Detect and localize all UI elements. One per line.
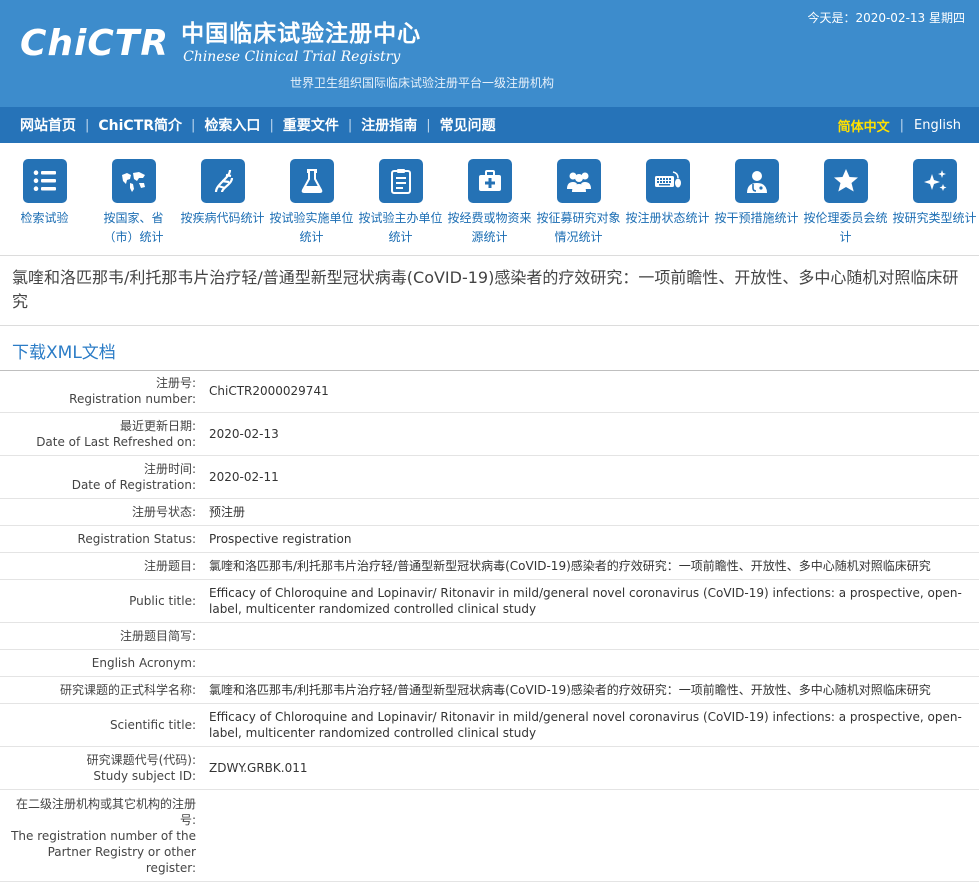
- row-label: 最近更新日期: Date of Last Refreshed on:: [36, 419, 196, 449]
- nav-documents[interactable]: 重要文件: [283, 115, 339, 135]
- table-row: Scientific title: Efficacy of Chloroquin…: [0, 704, 979, 747]
- nav-home[interactable]: 网站首页: [20, 115, 76, 135]
- tile-by-recruitment[interactable]: 按征募研究对象情况统计: [534, 159, 623, 247]
- tile-by-funding[interactable]: 按经费或物资来源统计: [445, 159, 534, 247]
- tile-label: 按疾病代码统计: [180, 211, 265, 225]
- row-label: 注册号状态:: [131, 505, 196, 519]
- nav-faq[interactable]: 常见问题: [440, 115, 496, 135]
- flask-icon: [289, 159, 334, 203]
- site-header: 今天是：2020-02-13 星期四 ChiCTR 中国临床试验注册中心 Chi…: [0, 0, 979, 107]
- tile-label: 按试验主办单位统计: [358, 211, 443, 244]
- nav-separator: |: [347, 117, 353, 133]
- row-value: ZDWY.GRBK.011: [209, 761, 308, 775]
- star-icon: [823, 159, 868, 203]
- tile-search-trials[interactable]: 检索试验: [0, 159, 89, 228]
- row-label: Public title:: [129, 594, 196, 608]
- tile-by-ethics[interactable]: 按伦理委员会统计: [801, 159, 890, 247]
- clipboard-icon: [378, 159, 423, 203]
- tile-by-country[interactable]: 按国家、省（市）统计: [89, 159, 178, 247]
- site-logo[interactable]: ChiCTR 中国临床试验注册中心 Chinese Clinical Trial…: [20, 20, 421, 66]
- row-label: 注册时间: Date of Registration:: [71, 462, 196, 492]
- nav-search[interactable]: 检索入口: [204, 115, 260, 135]
- table-row: 注册号状态: 预注册: [0, 499, 979, 526]
- table-row: 注册时间: Date of Registration: 2020-02-11: [0, 456, 979, 499]
- table-row: 研究课题代号(代码): Study subject ID: ZDWY.GRBK.0…: [0, 747, 979, 790]
- lang-english[interactable]: English: [914, 118, 961, 133]
- site-subtitle: 世界卫生组织国际临床试验注册平台一级注册机构: [290, 76, 555, 90]
- row-value: 2020-02-13: [209, 427, 279, 441]
- row-label: Scientific title:: [109, 718, 196, 732]
- row-label: 研究课题的正式科学名称:: [59, 683, 196, 697]
- table-row: 研究课题的正式科学名称: 氯喹和洛匹那韦/利托那韦片治疗轻/普通型新型冠状病毒(…: [0, 677, 979, 704]
- tile-label: 按研究类型统计: [892, 211, 977, 225]
- row-label: English Acronym:: [91, 656, 196, 670]
- row-value: 氯喹和洛匹那韦/利托那韦片治疗轻/普通型新型冠状病毒(CoVID-19)感染者的…: [209, 559, 931, 573]
- logo-mark: ChiCTR: [20, 23, 170, 64]
- row-value: ChiCTR2000029741: [209, 384, 329, 398]
- tile-by-implementing-unit[interactable]: 按试验实施单位统计: [267, 159, 356, 247]
- nav-separator: |: [269, 117, 274, 133]
- tile-label: 检索试验: [20, 211, 69, 225]
- tile-by-disease[interactable]: 按疾病代码统计: [178, 159, 267, 228]
- row-label: 在二级注册机构或其它机构的注册号: The registration number…: [11, 796, 196, 875]
- nav-separator: |: [426, 117, 431, 133]
- row-value: Efficacy of Chloroquine and Lopinavir/ R…: [209, 586, 962, 616]
- table-row: 最近更新日期: Date of Last Refreshed on: 2020-0…: [0, 413, 979, 456]
- lang-separator: |: [899, 117, 905, 133]
- table-row: 注册题目: 氯喹和洛匹那韦/利托那韦片治疗轻/普通型新型冠状病毒(CoVID-1…: [0, 553, 979, 580]
- tile-label: 按注册状态统计: [625, 211, 710, 225]
- trial-detail-table: 注册号: Registration number: ChiCTR200002974…: [0, 370, 979, 882]
- row-label: 注册号: Registration number:: [69, 376, 196, 406]
- stats-icon-bar: 检索试验 按国家、省（市）统计 按疾病代码统计 按试验实施单位统计 按试验主办单…: [0, 143, 979, 256]
- row-label: 注册题目简写:: [119, 629, 196, 643]
- row-value: Prospective registration: [209, 532, 352, 546]
- site-name-en: Chinese Clinical Trial Registry: [183, 49, 401, 65]
- row-value: 2020-02-11: [209, 470, 279, 484]
- table-row: 在二级注册机构或其它机构的注册号: The registration number…: [0, 790, 979, 882]
- group-icon: [556, 159, 601, 203]
- tile-label: 按试验实施单位统计: [269, 211, 354, 244]
- table-row: English Acronym:: [0, 650, 979, 677]
- download-xml-link[interactable]: 下载XML文档: [12, 338, 116, 363]
- nav-about[interactable]: ChiCTR简介: [98, 115, 182, 135]
- tile-by-study-type[interactable]: 按研究类型统计: [890, 159, 979, 228]
- dna-icon: [200, 159, 245, 203]
- tile-label: 按经费或物资来源统计: [447, 211, 532, 244]
- main-nav: 网站首页 | ChiCTR简介 | 检索入口 | 重要文件 | 注册指南 | 常…: [0, 107, 979, 143]
- table-row: Public title: Efficacy of Chloroquine an…: [0, 580, 979, 623]
- row-value: Efficacy of Chloroquine and Lopinavir/ R…: [209, 710, 962, 740]
- row-label: Registration Status:: [77, 532, 196, 546]
- row-label: 注册题目:: [143, 559, 196, 573]
- tile-by-sponsor[interactable]: 按试验主办单位统计: [356, 159, 445, 247]
- tile-label: 按干预措施统计: [714, 211, 799, 225]
- site-name-cn: 中国临床试验注册中心: [181, 20, 422, 47]
- tile-by-intervention[interactable]: 按干预措施统计: [712, 159, 801, 228]
- nav-guide[interactable]: 注册指南: [361, 115, 417, 135]
- tile-label: 按伦理委员会统计: [803, 211, 888, 244]
- table-row: 注册号: Registration number: ChiCTR200002974…: [0, 370, 979, 413]
- list-icon: [22, 159, 67, 203]
- table-row: 注册题目简写:: [0, 623, 979, 650]
- page-title: 氯喹和洛匹那韦/利托那韦片治疗轻/普通型新型冠状病毒(CoVID-19)感染者的…: [12, 268, 959, 311]
- row-value: 氯喹和洛匹那韦/利托那韦片治疗轻/普通型新型冠状病毒(CoVID-19)感染者的…: [209, 683, 931, 697]
- keyboard-mouse-icon: [645, 159, 690, 203]
- doctor-icon: [734, 159, 779, 203]
- lang-chinese[interactable]: 简体中文: [838, 116, 890, 135]
- nav-separator: |: [85, 117, 90, 133]
- row-label: 研究课题代号(代码): Study subject ID:: [86, 753, 196, 783]
- tile-by-status[interactable]: 按注册状态统计: [623, 159, 712, 228]
- sparkle-icon: [912, 159, 957, 203]
- nav-separator: |: [191, 117, 196, 133]
- tile-label: 按国家、省（市）统计: [103, 211, 164, 244]
- row-value: 预注册: [209, 505, 246, 519]
- table-row: Registration Status: Prospective registr…: [0, 526, 979, 553]
- medical-kit-icon: [467, 159, 512, 203]
- tile-label: 按征募研究对象情况统计: [536, 211, 621, 244]
- world-map-icon: [111, 159, 156, 203]
- divider: [0, 325, 979, 326]
- current-date: 今天是：2020-02-13 星期四: [807, 11, 965, 25]
